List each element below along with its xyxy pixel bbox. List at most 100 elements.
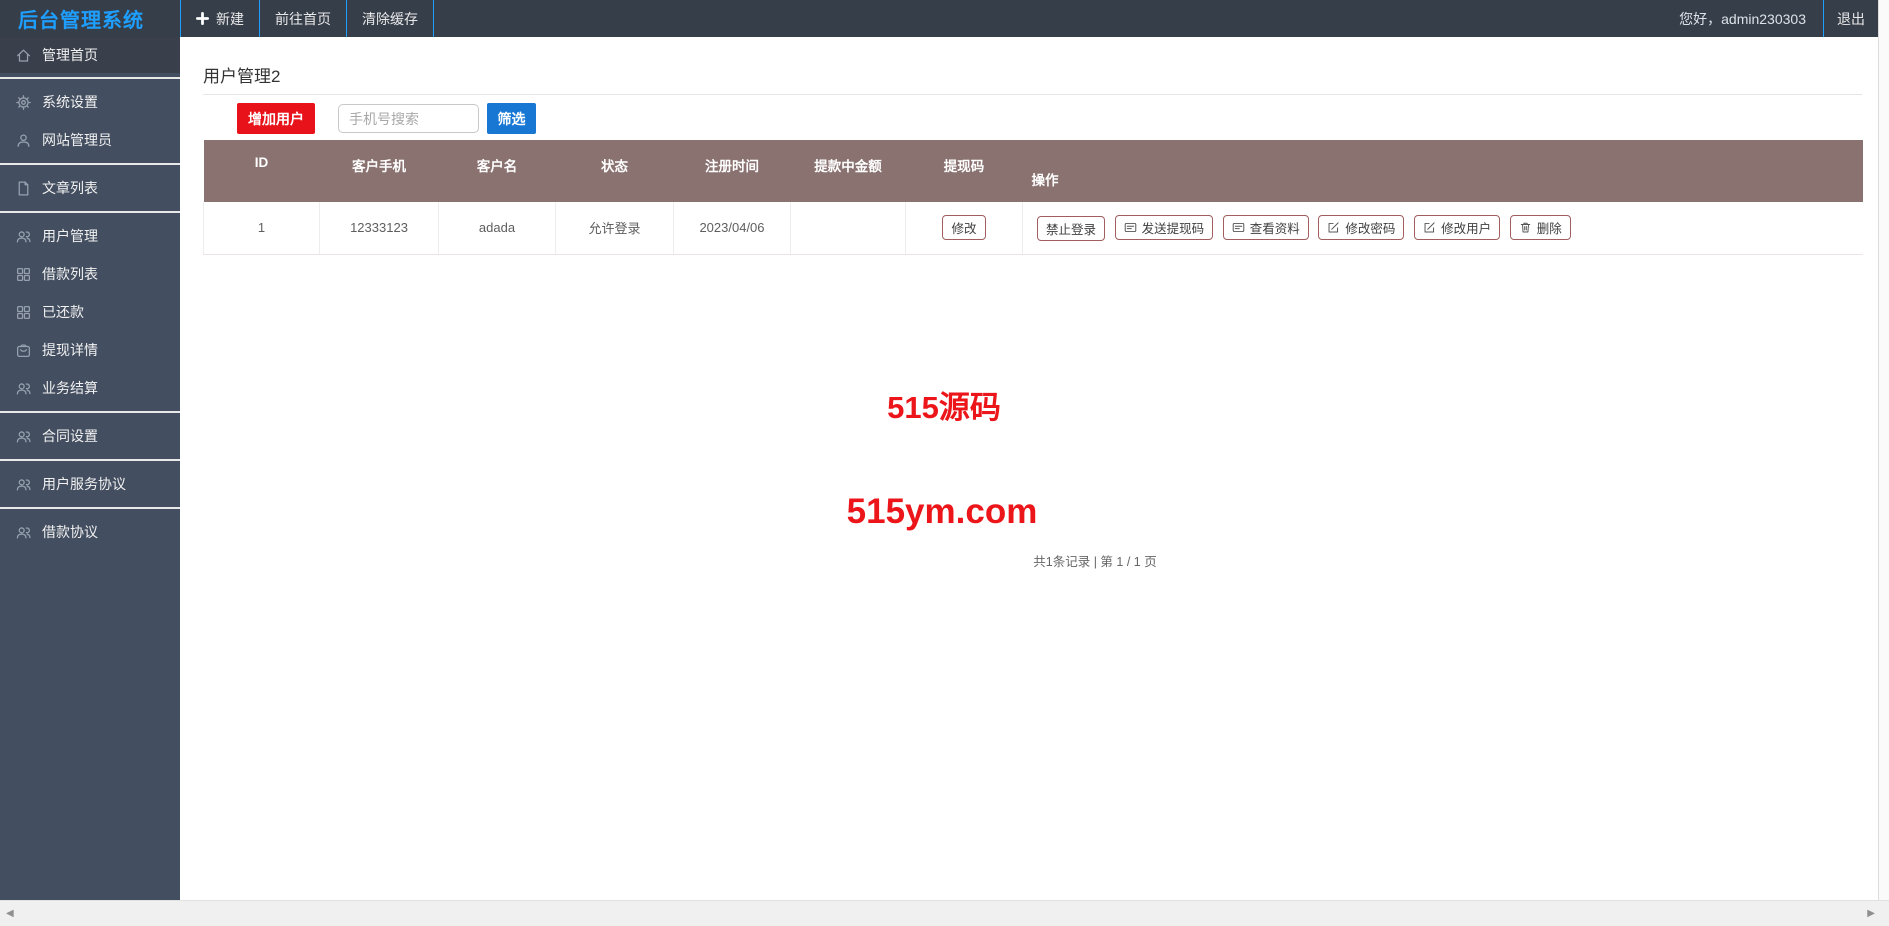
file-icon	[15, 180, 32, 197]
modify-withdraw-code-button[interactable]: 修改	[942, 215, 986, 241]
nav-go-home-button[interactable]: 前往首页	[259, 0, 346, 37]
sidebar-item-contract-settings[interactable]: 合同设置	[0, 417, 180, 455]
sidebar-divider	[0, 507, 180, 509]
topbar: 后台管理系统 新建 前往首页 清除缓存 您好，admin230303 退出	[0, 0, 1878, 37]
forbid-login-button[interactable]: 禁止登录	[1037, 215, 1106, 241]
scroll-left-arrow-icon[interactable]: ◀	[6, 906, 14, 922]
sidebar-divider	[0, 77, 180, 79]
sidebar-item-loan-agreement[interactable]: 借款协议	[0, 513, 180, 551]
users-icon	[15, 428, 32, 445]
sidebar-item-admin-home[interactable]: 管理首页	[0, 37, 180, 73]
header-status: 状态	[555, 140, 674, 202]
sidebar-item-user-management[interactable]: 用户管理	[0, 217, 180, 255]
vertical-scrollbar[interactable]	[1878, 0, 1889, 900]
app-logo: 后台管理系统	[18, 10, 144, 32]
users-table: ID 客户手机 客户名 状态 注册时间 提款中金额 提现码 操作 1 12333…	[203, 140, 1863, 255]
users-icon	[15, 228, 32, 245]
user-icon	[15, 132, 32, 149]
sidebar-item-label: 文章列表	[42, 180, 98, 196]
main-content: 用户管理2 增加用户 筛选 ID 客户手机 客户名 状态	[180, 37, 1878, 900]
topbar-right: 您好，admin230303 退出	[1679, 0, 1878, 37]
watermark-line1: 515源码	[887, 390, 1001, 425]
sidebar-item-system-settings[interactable]: 系统设置	[0, 83, 180, 121]
sidebar-divider	[0, 411, 180, 413]
topbar-nav: 新建 前往首页 清除缓存	[180, 0, 434, 37]
sidebar-item-withdraw-details[interactable]: 提现详情	[0, 331, 180, 369]
delete-button[interactable]: 删除	[1509, 214, 1571, 240]
sidebar-item-label: 已还款	[42, 304, 84, 320]
sidebar-divider	[0, 163, 180, 165]
sidebar-item-loan-list[interactable]: 借款列表	[0, 255, 180, 293]
users-icon	[15, 524, 32, 541]
view-profile-button[interactable]: 查看资料	[1222, 214, 1309, 240]
sidebar-divider	[0, 459, 180, 461]
filter-button[interactable]: 筛选	[487, 103, 536, 134]
sidebar-item-label: 系统设置	[42, 94, 98, 110]
pagination-summary: 共1条记录 | 第 1 / 1 页	[1033, 555, 1157, 569]
modify-user-button[interactable]: 修改用户	[1414, 214, 1501, 240]
cell-id: 1	[203, 202, 320, 255]
horizontal-scrollbar[interactable]: ◀ ▶	[0, 900, 1889, 926]
sidebar-item-label: 用户管理	[42, 228, 98, 244]
send-withdraw-code-button[interactable]: 发送提现码	[1114, 214, 1214, 240]
users-icon	[15, 380, 32, 397]
cell-withdrawing-amount	[790, 202, 906, 255]
logout-button[interactable]: 退出	[1823, 0, 1878, 37]
cell-registered-time: 2023/04/06	[673, 202, 791, 255]
sidebar: 管理首页 系统设置 网站管理员 文章列表 用户管理 借款列表 已还款 提现详情 …	[0, 37, 180, 900]
view-profile-label: 查看资料	[1249, 221, 1300, 236]
phone-search-input[interactable]	[338, 104, 479, 133]
nav-go-home-label: 前往首页	[275, 10, 331, 27]
nav-new-label: 新建	[216, 10, 244, 27]
watermark-line2: 515ym.com	[846, 492, 1038, 531]
header-id: ID	[203, 140, 320, 202]
title-divider	[203, 94, 1862, 95]
user-greeting: 您好，admin230303	[1679, 10, 1806, 27]
scroll-right-arrow-icon[interactable]: ▶	[1867, 906, 1875, 922]
nav-new-button[interactable]: 新建	[180, 0, 259, 37]
sidebar-item-label: 管理首页	[42, 47, 98, 63]
header-registered-time: 注册时间	[673, 140, 791, 202]
sidebar-item-article-list[interactable]: 文章列表	[0, 169, 180, 207]
nav-clear-cache-button[interactable]: 清除缓存	[346, 0, 434, 37]
cell-customer-name: adada	[438, 202, 556, 255]
sidebar-item-label: 合同设置	[42, 428, 98, 444]
change-password-label: 修改密码	[1345, 221, 1396, 236]
cell-status: 允许登录	[555, 202, 674, 255]
grid-icon	[15, 304, 32, 321]
admin-app: 后台管理系统 新建 前往首页 清除缓存 您好，admin230303 退出 管理…	[0, 0, 1889, 926]
trash-icon	[1519, 221, 1532, 234]
header-customer-name: 客户名	[438, 140, 556, 202]
users-icon	[15, 476, 32, 493]
sidebar-item-label: 借款协议	[42, 524, 98, 540]
change-password-button[interactable]: 修改密码	[1318, 214, 1405, 240]
edit-icon	[1423, 221, 1436, 234]
modify-user-label: 修改用户	[1441, 221, 1492, 236]
sidebar-item-user-service-agreement[interactable]: 用户服务协议	[0, 465, 180, 503]
card-icon	[1232, 221, 1245, 234]
header-withdrawing-amount: 提款中金额	[790, 140, 906, 202]
cell-withdraw-code: 修改	[905, 202, 1023, 255]
bag-icon	[15, 342, 32, 359]
sidebar-item-business-settlement[interactable]: 业务结算	[0, 369, 180, 407]
cell-customer-phone: 12333123	[319, 202, 439, 255]
sidebar-item-site-admins[interactable]: 网站管理员	[0, 121, 180, 159]
table-header-row: ID 客户手机 客户名 状态 注册时间 提款中金额 提现码 操作	[203, 140, 1863, 202]
nav-clear-cache-label: 清除缓存	[362, 10, 418, 27]
delete-label: 删除	[1536, 221, 1562, 236]
sidebar-item-label: 业务结算	[42, 380, 98, 396]
sidebar-item-label: 网站管理员	[42, 132, 112, 148]
toolbar: 增加用户 筛选	[237, 103, 1862, 134]
send-withdraw-code-label: 发送提现码	[1141, 221, 1205, 236]
grid-icon	[15, 266, 32, 283]
edit-icon	[1327, 221, 1340, 234]
forbid-login-label: 禁止登录	[1046, 222, 1097, 237]
table-row: 1 12333123 adada 允许登录 2023/04/06 修改 禁止登录	[203, 202, 1863, 255]
plus-icon	[196, 12, 209, 25]
gear-icon	[15, 94, 32, 111]
sidebar-item-label: 提现详情	[42, 342, 98, 358]
sidebar-item-label: 用户服务协议	[42, 476, 126, 492]
page-title: 用户管理2	[203, 67, 281, 86]
sidebar-item-repaid[interactable]: 已还款	[0, 293, 180, 331]
add-user-button[interactable]: 增加用户	[237, 103, 315, 134]
